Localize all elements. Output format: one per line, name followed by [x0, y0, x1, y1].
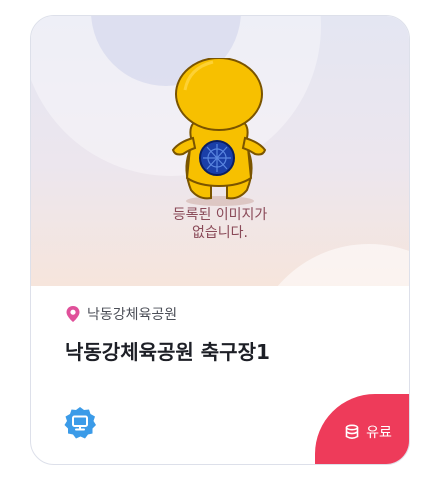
location-text: 낙동강체육공원 — [87, 307, 178, 323]
no-image-text: 등록된 이미지가 없습니다. — [31, 206, 409, 242]
fee-label: 유료 — [366, 425, 392, 441]
facility-card[interactable]: 등록된 이미지가 없습니다. 낙동강체육공원 낙동강체육공원 축구장1 유료 — [30, 15, 410, 465]
no-image-line2: 없습니다. — [192, 225, 248, 241]
mascot-illustration — [171, 58, 267, 206]
card-body: 낙동강체육공원 낙동강체육공원 축구장1 유료 — [31, 286, 409, 464]
image-placeholder: 등록된 이미지가 없습니다. — [31, 16, 409, 286]
facility-title: 낙동강체육공원 축구장1 — [65, 340, 270, 364]
decor-circle-bottom — [249, 244, 409, 286]
monitor-icon — [64, 407, 96, 439]
fee-badge: 유료 — [315, 394, 409, 464]
map-pin-icon — [66, 306, 80, 322]
no-image-line1: 등록된 이미지가 — [172, 207, 268, 223]
database-icon — [345, 424, 359, 439]
location-row: 낙동강체육공원 — [65, 304, 177, 324]
